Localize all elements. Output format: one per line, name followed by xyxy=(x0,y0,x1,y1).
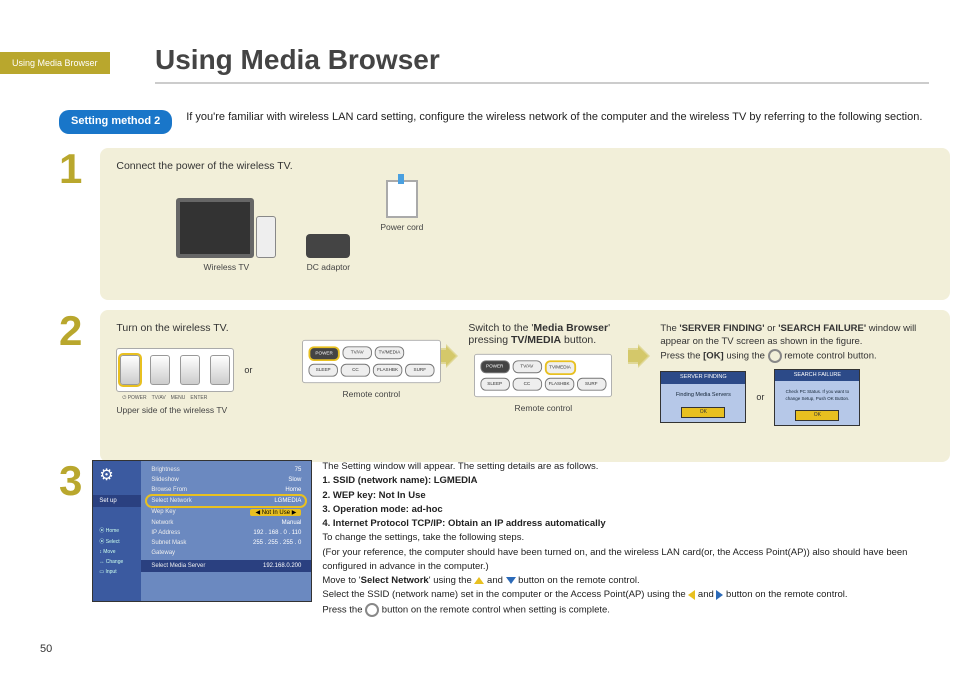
search-failure-dialog: SEARCH FAILURE Check PC Status. If you w… xyxy=(774,369,860,426)
gear-icon: ⚙ xyxy=(93,461,141,489)
step-number-3: 3 xyxy=(59,460,82,502)
step2-col4-text2: Press the [OK] using the remote control … xyxy=(660,349,934,363)
up-arrow-icon xyxy=(474,577,484,584)
upper-side-caption: Upper side of the wireless TV xyxy=(116,405,306,415)
wireless-tv-icon xyxy=(176,198,254,258)
setting-method-badge: Setting method 2 xyxy=(59,110,172,134)
ok-ring-icon xyxy=(365,603,379,617)
title-rule xyxy=(155,82,929,84)
step-number-1: 1 xyxy=(59,148,82,190)
wireless-tv-label: Wireless TV xyxy=(204,262,250,272)
remote-control-2: POWERTV/AVTV/MEDIA SLEEPCCFLASHBKSURF xyxy=(474,354,612,397)
page-number: 50 xyxy=(40,643,52,655)
intro-text: If you're familiar with wireless LAN car… xyxy=(186,110,929,134)
step3-body: The Setting window will appear. The sett… xyxy=(322,460,934,617)
remote-control-1: POWERTV/AVTV/MEDIA SLEEPCCFLASHBKSURF xyxy=(302,340,441,383)
step-number-2: 2 xyxy=(59,310,82,352)
server-finding-dialog: SERVER FINDING Finding Media Servers OK xyxy=(660,371,746,423)
arrow-icon xyxy=(628,336,650,376)
or-label: or xyxy=(244,365,252,375)
setup-screenshot: ⚙ Set up ⦿ Home ⦿ Select ↕ Move ↔ Change… xyxy=(92,460,312,602)
select-network-row: Select NetworkLGMEDIA xyxy=(147,496,305,506)
remote1-caption: Remote control xyxy=(343,389,401,399)
step1-panel: Connect the power of the wireless TV. Wi… xyxy=(100,148,950,300)
dc-adaptor-label: DC adaptor xyxy=(307,262,350,272)
dc-adaptor-icon xyxy=(306,234,350,258)
step1-text: Connect the power of the wireless TV. xyxy=(116,160,934,172)
tv-side xyxy=(256,216,276,258)
ok-ring-icon xyxy=(768,349,782,363)
tv-top-buttons xyxy=(120,355,230,385)
page-title: Using Media Browser xyxy=(155,44,440,76)
power-cord-label: Power cord xyxy=(380,222,423,232)
power-outlet-icon xyxy=(386,180,418,218)
or-label: or xyxy=(756,391,764,404)
setup-tab-label: Set up xyxy=(93,495,141,507)
breadcrumb: Using Media Browser xyxy=(0,52,110,74)
down-arrow-icon xyxy=(506,577,516,584)
step2-col1-text: Turn on the wireless TV. xyxy=(116,322,306,334)
remote2-caption: Remote control xyxy=(468,403,618,413)
step2-col4-text1: The 'SERVER FINDING' or 'SEARCH FAILURE'… xyxy=(660,322,934,349)
step2-col3-text: Switch to the 'Media Browser' pressing T… xyxy=(468,322,618,346)
step2-panel: Turn on the wireless TV. or ⏻ POWERTV/AV… xyxy=(100,310,950,462)
